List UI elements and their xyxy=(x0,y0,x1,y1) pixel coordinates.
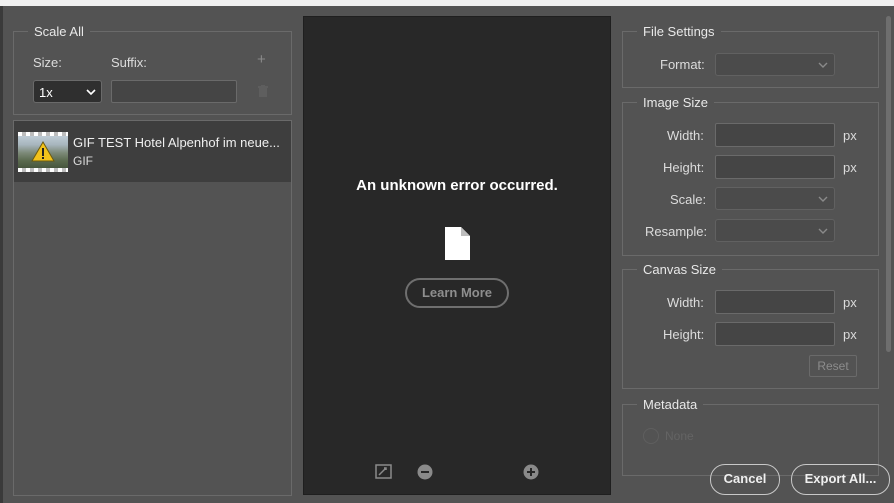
document-icon xyxy=(445,227,470,260)
canvas-width-label: Width: xyxy=(667,295,704,310)
image-height-input[interactable] xyxy=(715,155,835,179)
canvas-height-label: Height: xyxy=(663,327,705,342)
zoom-out-button[interactable] xyxy=(417,464,433,480)
scale-select[interactable] xyxy=(715,187,835,210)
fit-screen-icon xyxy=(375,464,392,479)
learn-more-button[interactable]: Learn More xyxy=(405,278,509,308)
canvas-width-input[interactable] xyxy=(715,290,835,314)
trash-icon xyxy=(258,85,268,97)
format-label: Format: xyxy=(660,57,705,72)
metadata-none-label: None xyxy=(665,429,694,443)
asset-thumbnail xyxy=(18,132,68,172)
plus-icon: + xyxy=(257,51,266,68)
canvas-height-input[interactable] xyxy=(715,322,835,346)
suffix-input[interactable] xyxy=(111,80,237,103)
image-size-title: Image Size xyxy=(637,95,715,111)
resample-label: Resample: xyxy=(645,224,708,239)
add-scale-button[interactable]: + xyxy=(257,51,269,68)
delete-scale-button[interactable] xyxy=(258,84,268,97)
preview-panel: An unknown error occurred. Learn More xyxy=(303,16,611,495)
asset-list: GIF TEST Hotel Alpenhof im neue... GIF xyxy=(13,120,292,496)
zoom-in-icon xyxy=(523,464,539,480)
chevron-down-icon xyxy=(818,228,828,234)
resample-select[interactable] xyxy=(715,219,835,242)
image-width-unit: px xyxy=(843,128,857,143)
format-select[interactable] xyxy=(715,53,835,76)
scale-all-title: Scale All xyxy=(28,24,90,40)
cancel-button[interactable]: Cancel xyxy=(710,464,780,495)
zoom-in-button[interactable] xyxy=(523,464,539,480)
window-left-edge xyxy=(0,6,3,503)
warning-icon xyxy=(31,141,55,162)
image-width-input[interactable] xyxy=(715,123,835,147)
scale-label: Scale: xyxy=(670,192,707,207)
size-select-value: 1x xyxy=(39,85,53,100)
error-message: An unknown error occurred. xyxy=(356,177,558,194)
image-height-label: Height: xyxy=(663,160,705,175)
reset-button[interactable]: Reset xyxy=(809,355,857,377)
chevron-down-icon xyxy=(818,62,828,68)
zoom-out-icon xyxy=(417,464,433,480)
chevron-down-icon xyxy=(818,196,828,202)
window-top-edge xyxy=(0,0,894,6)
fit-view-button[interactable] xyxy=(375,464,392,479)
canvas-width-unit: px xyxy=(843,295,857,310)
size-label: Size: xyxy=(33,55,62,70)
size-select[interactable]: 1x xyxy=(33,80,102,103)
canvas-height-unit: px xyxy=(843,327,857,342)
settings-scrollbar[interactable] xyxy=(886,16,891,352)
image-width-label: Width: xyxy=(667,128,704,143)
asset-row[interactable]: GIF TEST Hotel Alpenhof im neue... GIF xyxy=(14,121,291,182)
canvas-size-title: Canvas Size xyxy=(637,262,722,278)
asset-name: GIF TEST Hotel Alpenhof im neue... xyxy=(73,135,280,150)
chevron-down-icon xyxy=(86,89,96,96)
metadata-title: Metadata xyxy=(637,397,704,413)
asset-format: GIF xyxy=(73,154,93,168)
image-height-unit: px xyxy=(843,160,857,175)
file-settings-title: File Settings xyxy=(637,24,721,40)
export-all-button[interactable]: Export All... xyxy=(791,464,890,495)
suffix-label: Suffix: xyxy=(111,55,147,70)
metadata-none-radio[interactable] xyxy=(643,428,659,444)
